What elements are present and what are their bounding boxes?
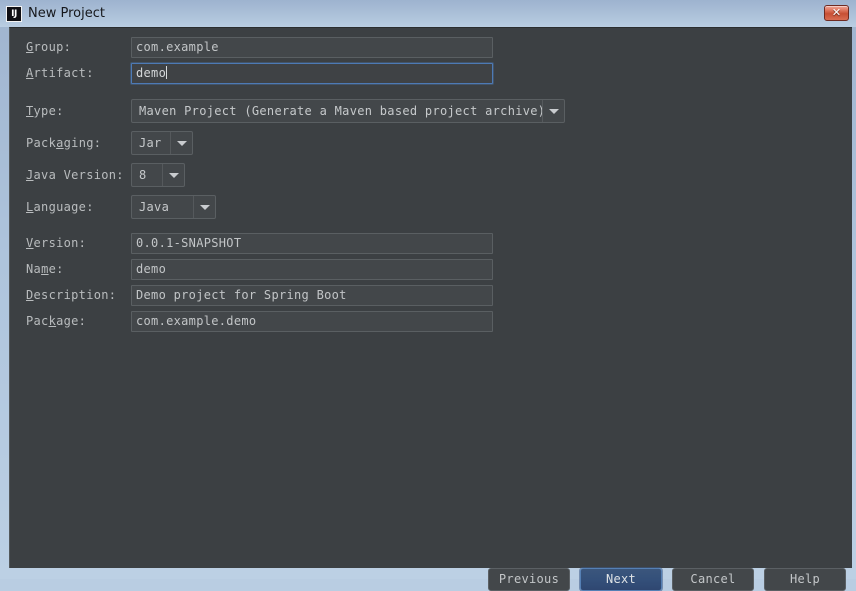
java-version-select[interactable]: 8 — [131, 163, 185, 187]
package-input[interactable]: com.example.demo — [131, 311, 493, 332]
close-button[interactable]: ✕ — [824, 5, 849, 21]
group-input[interactable]: com.example — [131, 37, 493, 58]
language-select[interactable]: Java — [131, 195, 216, 219]
package-label: Package: — [26, 314, 87, 328]
close-icon: ✕ — [831, 6, 842, 19]
version-label: Version: — [26, 236, 87, 250]
previous-button[interactable]: Previous — [488, 568, 570, 591]
language-label: Language: — [26, 200, 94, 214]
type-label: Type: — [26, 104, 64, 118]
version-row: Version: 0.0.1-SNAPSHOT — [10, 233, 853, 255]
package-row: Package: com.example.demo — [10, 311, 853, 333]
chevron-down-icon[interactable] — [170, 132, 192, 154]
chevron-down-icon[interactable] — [162, 164, 184, 186]
name-row: Name: demo — [10, 259, 853, 281]
language-row: Language: Java — [10, 195, 853, 219]
next-button[interactable]: Next — [580, 568, 662, 591]
java-version-row: Java Version: 8 — [10, 163, 853, 187]
name-label: Name: — [26, 262, 64, 276]
dialog-content: Group: com.example Artifact: demo Version: 0.… — [9, 27, 853, 591]
text-caret — [166, 66, 168, 79]
java-version-selected-value: 8 — [139, 168, 147, 182]
description-row: Description: Demo project for Spring Boot — [10, 285, 853, 307]
cancel-button[interactable]: Cancel — [672, 568, 754, 591]
title-bar[interactable]: IJ New Project ✕ — [0, 0, 856, 27]
chevron-down-icon[interactable] — [542, 100, 564, 122]
chevron-down-icon[interactable] — [193, 196, 215, 218]
group-label: Group: — [26, 40, 72, 54]
group-row: Group: com.example — [10, 37, 853, 59]
description-label: Description: — [26, 288, 117, 302]
version-input[interactable]: 0.0.1-SNAPSHOT — [131, 233, 493, 254]
artifact-input[interactable]: demo — [131, 63, 493, 84]
intellij-idea-icon: IJ — [6, 6, 22, 22]
name-input[interactable]: demo — [131, 259, 493, 280]
packaging-label: Packaging: — [26, 136, 102, 150]
packaging-select[interactable]: Jar — [131, 131, 193, 155]
language-selected-value: Java — [139, 200, 170, 214]
window-title: New Project — [28, 6, 105, 21]
help-button[interactable]: Help — [764, 568, 846, 591]
packaging-selected-value: Jar — [139, 136, 162, 150]
type-row: Type: Maven Project (Generate a Maven bas… — [10, 99, 853, 123]
type-select[interactable]: Maven Project (Generate a Maven based pr… — [131, 99, 565, 123]
artifact-label: Artifact: — [26, 66, 94, 80]
intellij-idea-icon-text: IJ — [7, 7, 21, 21]
packaging-row: Packaging: Jar — [10, 131, 853, 155]
java-version-label: Java Version: — [26, 168, 124, 182]
new-project-dialog-window: IJ New Project ✕ Group: com.example Artifa… — [0, 0, 856, 591]
type-selected-value: Maven Project (Generate a Maven based pr… — [139, 104, 542, 118]
artifact-row: Artifact: demo — [10, 63, 853, 85]
description-input[interactable]: Demo project for Spring Boot — [131, 285, 493, 306]
